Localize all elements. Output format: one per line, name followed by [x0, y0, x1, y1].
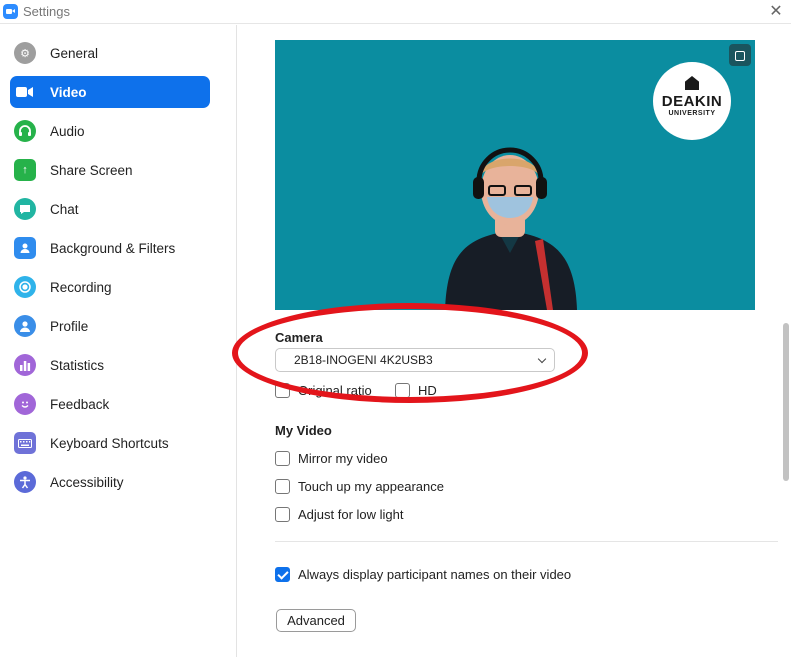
person-icon [14, 315, 36, 337]
touch-up-check-box[interactable] [275, 479, 290, 494]
sidebar-item-keyboard-shortcuts[interactable]: Keyboard Shortcuts [10, 427, 210, 459]
sidebar-item-share-screen[interactable]: ↑ Share Screen [10, 154, 210, 186]
hd-label: HD [418, 383, 437, 398]
original-ratio-check-box[interactable] [275, 383, 290, 398]
zoom-app-icon [3, 4, 18, 19]
sidebar-item-general[interactable]: ⚙ General [10, 37, 210, 69]
camera-select-value: 2B18-INOGENI 4K2USB3 [294, 353, 433, 367]
video-settings-panel: DEAKIN UNIVERSITY Camera 2B18-INOGENI 4K… [238, 25, 791, 657]
accessibility-icon [14, 471, 36, 493]
window-title: Settings [23, 4, 70, 19]
original-ratio-checkbox[interactable]: Original ratio [275, 383, 372, 398]
hd-checkbox[interactable]: HD [395, 383, 437, 398]
close-icon[interactable]: ✕ [766, 2, 786, 22]
advanced-button[interactable]: Advanced [276, 609, 356, 632]
hd-check-box[interactable] [395, 383, 410, 398]
sidebar-item-label: Feedback [50, 396, 110, 412]
sidebar-item-statistics[interactable]: Statistics [10, 349, 210, 381]
bar-chart-icon [14, 354, 36, 376]
title-bar: Settings ✕ [0, 0, 791, 24]
sidebar-item-label: Recording [50, 279, 112, 295]
my-video-heading: My Video [275, 423, 332, 438]
sidebar-item-label: Video [50, 84, 87, 100]
chevron-down-icon [537, 354, 547, 364]
logo-mark-icon [685, 76, 699, 90]
mirror-video-label: Mirror my video [298, 451, 388, 466]
sidebar-item-label: Keyboard Shortcuts [50, 435, 169, 451]
sidebar-item-accessibility[interactable]: Accessibility [10, 466, 210, 498]
sidebar-item-label: Chat [50, 201, 79, 217]
scrollbar-thumb[interactable] [783, 323, 789, 481]
mirror-video-checkbox[interactable]: Mirror my video [275, 451, 388, 466]
settings-sidebar: ⚙ General Video Audio ↑ Share Screen Cha… [0, 25, 237, 657]
sidebar-item-label: General [50, 45, 99, 61]
sidebar-item-profile[interactable]: Profile [10, 310, 210, 342]
sidebar-item-label: Share Screen [50, 162, 133, 178]
sidebar-item-video[interactable]: Video [10, 76, 210, 108]
low-light-label: Adjust for low light [298, 507, 404, 522]
low-light-checkbox[interactable]: Adjust for low light [275, 507, 404, 522]
sidebar-item-background-filters[interactable]: Background & Filters [10, 232, 210, 264]
sidebar-item-label: Audio [50, 123, 85, 139]
always-display-names-label: Always display participant names on thei… [298, 567, 572, 582]
camera-select[interactable]: 2B18-INOGENI 4K2USB3 [275, 348, 555, 372]
sidebar-item-recording[interactable]: Recording [10, 271, 210, 303]
logo-name: DEAKIN [661, 93, 723, 110]
sidebar-item-audio[interactable]: Audio [10, 115, 210, 147]
gear-icon: ⚙ [14, 42, 36, 64]
low-light-check-box[interactable] [275, 507, 290, 522]
video-preview: DEAKIN UNIVERSITY [275, 40, 755, 310]
touch-up-checkbox[interactable]: Touch up my appearance [275, 479, 444, 494]
section-divider [275, 541, 778, 542]
camera-label: Camera [275, 330, 323, 345]
person-background-icon [14, 237, 36, 259]
touch-up-label: Touch up my appearance [298, 479, 444, 494]
original-ratio-label: Original ratio [298, 383, 372, 398]
sidebar-item-feedback[interactable]: Feedback [10, 388, 210, 420]
share-screen-icon: ↑ [14, 159, 36, 181]
university-logo: DEAKIN UNIVERSITY [653, 62, 731, 140]
mirror-video-check-box[interactable] [275, 451, 290, 466]
smiley-icon [14, 393, 36, 415]
headphones-icon [14, 120, 36, 142]
sidebar-item-label: Profile [50, 318, 89, 334]
video-camera-icon [14, 81, 36, 103]
rotate-camera-icon[interactable] [729, 44, 751, 66]
chat-bubble-icon [14, 198, 36, 220]
sidebar-item-label: Accessibility [50, 474, 124, 490]
sidebar-item-label: Statistics [50, 357, 105, 373]
sidebar-item-chat[interactable]: Chat [10, 193, 210, 225]
record-icon [14, 276, 36, 298]
person-in-video [445, 147, 577, 310]
always-display-names-checkbox[interactable]: Always display participant names on thei… [275, 567, 571, 582]
logo-subtitle: UNIVERSITY [668, 110, 716, 117]
always-display-names-check-box[interactable] [275, 567, 290, 582]
sidebar-item-label: Background & Filters [50, 240, 176, 256]
keyboard-icon [14, 432, 36, 454]
